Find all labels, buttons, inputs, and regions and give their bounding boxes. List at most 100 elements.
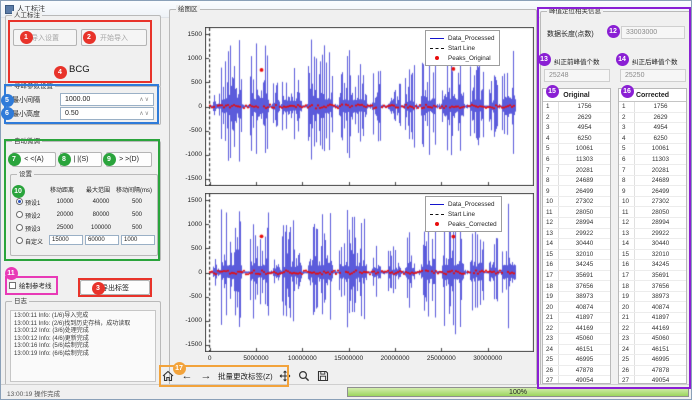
peak-table-row[interactable]: 926499 [543,186,610,197]
peak-table-row[interactable]: 1027302 [543,197,610,208]
step-right-label: > >(D) [119,156,139,163]
peak-table-row[interactable]: 22629 [543,113,610,124]
pan-icon[interactable] [278,369,292,383]
peak-table-row[interactable]: 1532010 [543,250,610,261]
draw-ref-line-checkbox[interactable]: 绘制参考线 [9,280,52,290]
peak-table-row[interactable]: 34954 [543,123,610,134]
peak-table-row[interactable]: 926499 [619,186,686,197]
min-height-spinner[interactable]: 0.50 ∧∨ [60,107,154,120]
pre-count-field[interactable]: 25248 [544,69,610,82]
peak-table-row[interactable]: 1329922 [543,229,610,240]
peak-table-row[interactable]: 1735691 [619,271,686,282]
peak-table-row[interactable]: 2749054 [543,376,610,384]
peak-table-row[interactable]: 1532010 [619,250,686,261]
peak-table-row[interactable]: 46250 [619,134,686,145]
peak-table-row[interactable]: 2040874 [619,302,686,313]
peak-table-row[interactable]: 510061 [543,144,610,155]
peak-table-row[interactable]: 2244169 [543,323,610,334]
post-count-field[interactable]: 25250 [620,69,686,82]
peak-table-row[interactable]: 720281 [619,165,686,176]
peak-table-row[interactable]: 1228994 [543,218,610,229]
peak-table-row[interactable]: 1634245 [543,260,610,271]
spinner-arrows-icon[interactable]: ∧∨ [139,110,153,117]
peak-table-row[interactable]: 2546995 [619,355,686,366]
peak-row-index: 26 [543,366,559,376]
peak-table-row[interactable]: 34954 [619,123,686,134]
save-icon[interactable] [316,369,330,383]
preset-input-1[interactable]: 60000 [85,235,119,245]
export-labels-button[interactable]: 导出标签 [80,280,150,295]
peak-table-row[interactable]: 611303 [619,155,686,166]
peak-table-row[interactable]: 1634245 [619,260,686,271]
radio-自定义[interactable] [16,237,23,244]
preset-row-预设2[interactable]: 预设22000080000500 [11,209,157,221]
import-settings-button[interactable]: 导入设置 [13,29,77,46]
peak-table-row[interactable]: 2446151 [543,345,610,356]
data-length-field[interactable]: 33003000 [621,26,685,39]
peak-row-index: 26 [619,366,635,376]
peak-table-row[interactable]: 2141897 [543,313,610,324]
peak-row-value: 46151 [559,345,610,355]
peak-row-index: 3 [619,123,635,133]
peak-table-row[interactable]: 824689 [619,176,686,187]
peak-table-row[interactable]: 1837656 [619,281,686,292]
y-tick-label: 1500 [174,31,202,38]
peak-table-row[interactable]: 11756 [543,102,610,113]
peak-table-row[interactable]: 1430440 [619,239,686,250]
peak-table-row[interactable]: 1430440 [543,239,610,250]
radio-预设2[interactable] [16,211,23,218]
forward-icon[interactable]: → [199,369,213,383]
step-left-button[interactable]: < <(A) [12,152,56,167]
start-import-button[interactable]: 开始导入 [81,29,147,46]
peak-row-index: 23 [619,334,635,344]
radio-预设1[interactable] [16,198,23,205]
log-output[interactable]: 13:00:11 Info: (1/6)导入完成13:00:11 Info: (… [10,310,156,382]
radio-预设3[interactable] [16,224,23,231]
peak-table-row[interactable]: 2446151 [619,345,686,356]
corrected-peaks-table[interactable]: Corrected 117562262934954462505100616113… [618,88,687,384]
preset-input-0[interactable]: 15000 [49,235,83,245]
peak-table-row[interactable]: 2141897 [619,313,686,324]
zoom-icon[interactable] [297,369,311,383]
batch-edit-labels-button[interactable]: 批量更改标签(Z) [218,371,273,382]
peak-table-row[interactable]: 510061 [619,144,686,155]
peak-table-row[interactable]: 11756 [619,102,686,113]
legend-marker-dot-icon [430,56,444,60]
preset-row-预设3[interactable]: 预设325000100000500 [11,222,157,234]
preset-row-自定义[interactable]: 自定义15000600001000 [11,235,157,247]
home-icon[interactable] [161,369,175,383]
peak-table-row[interactable]: 2749054 [619,376,686,384]
preset-row-预设1[interactable]: 预设11000040000500 [11,196,157,208]
peak-table-row[interactable]: 1329922 [619,229,686,240]
peak-table-row[interactable]: 1735691 [543,271,610,282]
peak-table-row[interactable]: 46250 [543,134,610,145]
peak-table-row[interactable]: 720281 [543,165,610,176]
peak-table-row[interactable]: 1938973 [543,292,610,303]
peak-table-row[interactable]: 22629 [619,113,686,124]
signal-type-label: BCG [69,64,90,75]
peak-table-row[interactable]: 2647878 [543,366,610,377]
peak-table-row[interactable]: 2040874 [543,302,610,313]
peak-table-row[interactable]: 1228994 [619,218,686,229]
peak-table-row[interactable]: 1128050 [619,207,686,218]
peak-table-row[interactable]: 2546995 [543,355,610,366]
spinner-arrows-icon[interactable]: ∧∨ [139,96,153,103]
peak-table-row[interactable]: 1837656 [543,281,610,292]
checkbox-icon[interactable] [9,282,16,289]
peak-table-row[interactable]: 2345060 [543,334,610,345]
peak-table-row[interactable]: 824689 [543,176,610,187]
original-peaks-table[interactable]: Original 1175622629349544625051006161130… [542,88,611,384]
peak-table-row[interactable]: 2345060 [619,334,686,345]
pause-button[interactable]: | |(S) [60,152,102,167]
peak-table-row[interactable]: 1128050 [543,207,610,218]
peak-table-row[interactable]: 2647878 [619,366,686,377]
preset-input-2[interactable]: 1000 [121,235,155,245]
peak-table-row[interactable]: 2244169 [619,323,686,334]
peak-table-row[interactable]: 611303 [543,155,610,166]
step-right-button[interactable]: > >(D) [106,152,152,167]
peak-row-value: 11303 [559,155,610,165]
peak-table-row[interactable]: 1938973 [619,292,686,303]
back-icon[interactable]: ← [180,369,194,383]
peak-table-row[interactable]: 1027302 [619,197,686,208]
min-interval-spinner[interactable]: 1000.00 ∧∨ [60,93,154,106]
